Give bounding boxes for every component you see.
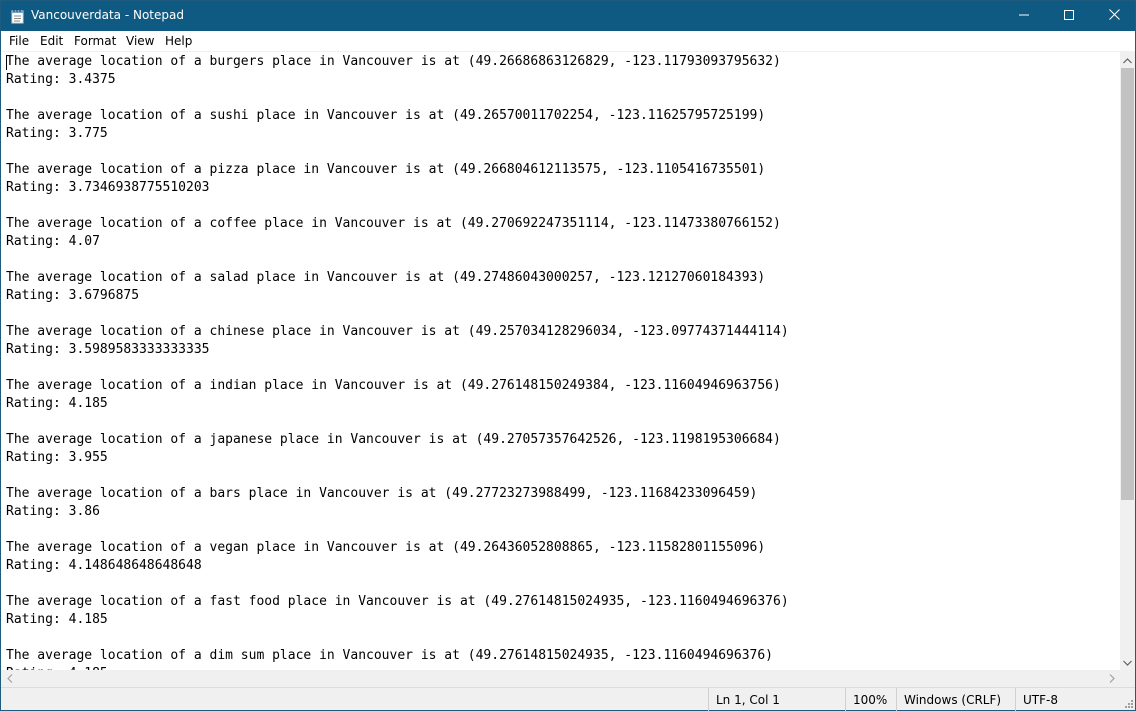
vertical-scrollbar[interactable] [1120,51,1135,670]
menu-view[interactable]: View [126,34,154,48]
notepad-window: Vancouverdata - Notepad File Edit Format… [0,0,1136,711]
close-icon [1108,9,1120,23]
menu-help[interactable]: Help [165,34,192,48]
vertical-scroll-thumb[interactable] [1121,68,1134,500]
cursor-position: Ln 1, Col 1 [708,688,845,711]
chevron-left-icon [6,672,13,686]
minimize-icon [1019,9,1029,23]
scroll-right-button[interactable] [1103,670,1120,687]
scroll-left-button[interactable] [1,670,18,687]
notepad-icon [11,9,25,24]
chevron-up-icon [1123,53,1132,67]
text-editor[interactable]: The average location of a burgers place … [1,51,1120,670]
line-ending: Windows (CRLF) [896,688,1015,711]
resize-grip-icon[interactable] [1123,698,1134,709]
scrollbar-corner [1120,670,1135,687]
menu-bar: File Edit Format View Help [1,31,1135,51]
maximize-icon [1064,9,1074,23]
zoom-level: 100% [845,688,896,711]
scroll-down-button[interactable] [1120,653,1135,670]
status-bar: Ln 1, Col 1 100% Windows (CRLF) UTF-8 [1,687,1135,711]
document-text[interactable]: The average location of a burgers place … [6,53,789,670]
encoding: UTF-8 [1015,688,1121,711]
close-button[interactable] [1091,1,1136,31]
title-bar[interactable]: Vancouverdata - Notepad [1,1,1135,31]
window-title: Vancouverdata - Notepad [31,8,184,22]
text-caret [6,55,7,70]
chevron-down-icon [1123,655,1132,669]
scroll-up-button[interactable] [1120,51,1135,68]
maximize-button[interactable] [1046,1,1092,31]
menu-format[interactable]: Format [74,34,116,48]
chevron-right-icon [1109,672,1115,686]
menu-file[interactable]: File [9,34,29,48]
menu-edit[interactable]: Edit [40,34,63,48]
minimize-button[interactable] [1001,1,1047,31]
horizontal-scrollbar[interactable] [1,670,1120,687]
